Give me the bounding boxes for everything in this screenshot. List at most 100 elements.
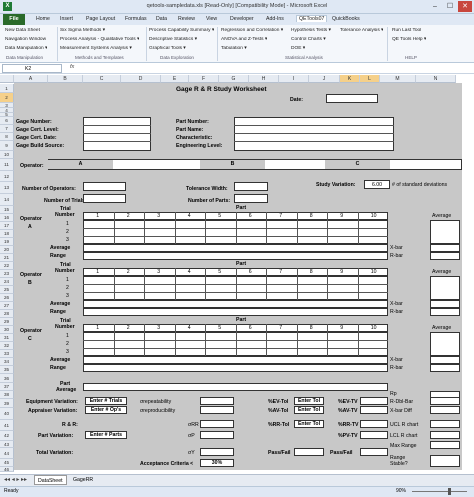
row-header-27[interactable]: 27 <box>0 302 14 310</box>
column-header-e[interactable]: E <box>161 75 189 83</box>
column-header-f[interactable]: F <box>189 75 219 83</box>
tabulation-menu[interactable]: Tabulation ▾ <box>221 46 247 51</box>
row-header-18[interactable]: 18 <box>0 230 14 238</box>
rr-tol-enter[interactable]: Enter Tol <box>294 420 324 428</box>
tab-nav-arrows-icon[interactable]: ◂◂ ◂ ▸ ▸▸ <box>4 476 27 483</box>
range-row[interactable] <box>83 252 388 260</box>
xbar-value[interactable] <box>430 244 460 252</box>
tab-insert[interactable]: Insert <box>60 16 73 22</box>
measurement-systems-menu[interactable]: Measurement Systems Analysis ▾ <box>60 46 132 51</box>
row-header-33[interactable]: 33 <box>0 350 14 358</box>
row-header-22[interactable]: 22 <box>0 262 14 270</box>
num-parts-field[interactable] <box>234 194 268 203</box>
sigma-y-value[interactable] <box>200 448 234 456</box>
row-header-43[interactable]: 43 <box>0 441 14 448</box>
tab-add-ins[interactable]: Add-Ins <box>266 16 284 22</box>
row-header-38[interactable]: 38 <box>0 391 14 399</box>
column-header-h[interactable]: H <box>249 75 279 83</box>
row-header-14[interactable]: 14 <box>0 194 14 206</box>
pv-tv-value[interactable] <box>360 431 388 439</box>
row-header-41[interactable]: 41 <box>0 420 14 431</box>
row-header-10[interactable]: 10 <box>0 151 14 159</box>
process-analysis-menu[interactable]: Process Analysis - Qualitative Tools ▾ <box>60 37 139 42</box>
tab-developer[interactable]: Developer <box>230 16 254 22</box>
regression-correlation-menu[interactable]: Regression and Correlation ▾ <box>221 28 283 33</box>
maximize-button[interactable]: ☐ <box>443 1 457 12</box>
tab-page-layout[interactable]: Page Layout <box>86 16 115 22</box>
tab-review[interactable]: Review <box>178 16 195 22</box>
row-header-31[interactable]: 31 <box>0 334 14 342</box>
graphical-tools-menu[interactable]: Graphical Tools ▾ <box>149 46 186 51</box>
row-header-26[interactable]: 26 <box>0 294 14 302</box>
tab-formulas[interactable]: Formulas <box>125 16 147 22</box>
row-header-37[interactable]: 37 <box>0 383 14 391</box>
minimize-button[interactable]: – <box>428 1 442 12</box>
column-header-l[interactable]: L <box>360 75 380 83</box>
tab-view[interactable]: View <box>206 16 217 22</box>
range-stable-value[interactable] <box>430 455 460 467</box>
r-dbl-bar-value[interactable] <box>430 397 460 405</box>
row-header-13[interactable]: 13 <box>0 182 14 194</box>
column-header-d[interactable]: D <box>121 75 161 83</box>
sigma-rr-value[interactable] <box>200 420 234 428</box>
row-header-39[interactable]: 39 <box>0 399 14 408</box>
ev-tol-enter[interactable]: Enter Tol <box>294 397 324 405</box>
tolerance-analysis-menu[interactable]: Tolerance Analysis ▾ <box>340 28 383 33</box>
range-row[interactable] <box>83 308 388 316</box>
control-charts-menu[interactable]: Control Charts ▾ <box>291 37 326 42</box>
descriptive-statistics-menu[interactable]: Descriptive Statistics ▾ <box>149 37 197 42</box>
zoom-slider-thumb[interactable] <box>448 488 451 495</box>
tab-qetools07[interactable]: QETools07 <box>296 15 328 22</box>
part-info-fields[interactable] <box>234 117 394 151</box>
row-header-6[interactable]: 6 <box>0 117 14 125</box>
date-field[interactable] <box>326 94 378 103</box>
row-header-8[interactable]: 8 <box>0 133 14 141</box>
column-header-b[interactable]: B <box>48 75 83 83</box>
enter-parts-cell[interactable]: Enter # Parts <box>85 431 127 439</box>
tab-data[interactable]: Data <box>156 16 167 22</box>
column-header-a[interactable]: A <box>14 75 48 83</box>
xbar-value[interactable] <box>430 300 460 308</box>
num-operators-field[interactable] <box>83 182 126 191</box>
data-manipulation-menu[interactable]: Data Manipulation ▾ <box>5 46 47 51</box>
hypothesis-tests-menu[interactable]: Hypothesis Tests ▾ <box>291 28 331 33</box>
tab-file[interactable]: File <box>3 14 25 25</box>
lcl-r-value[interactable] <box>430 431 460 439</box>
row-header-24[interactable]: 24 <box>0 278 14 286</box>
row-header-1[interactable]: 1 <box>0 84 14 93</box>
gage-info-fields[interactable] <box>83 117 151 151</box>
zoom-slider[interactable] <box>412 491 467 492</box>
row-header-45[interactable]: 45 <box>0 459 14 467</box>
operator-average-column[interactable] <box>430 332 460 356</box>
sheet-tab-gagerr[interactable]: GageRR <box>70 475 96 485</box>
row-header-19[interactable]: 19 <box>0 238 14 246</box>
range-row[interactable] <box>83 364 388 372</box>
row-header-29[interactable]: 29 <box>0 318 14 326</box>
new-data-sheet-button[interactable]: New Data Sheet <box>5 28 40 33</box>
study-variation-field[interactable]: 6.00 <box>364 180 390 189</box>
fx-icon[interactable]: fx <box>70 64 74 70</box>
column-header-g[interactable]: G <box>219 75 249 83</box>
row-header-44[interactable]: 44 <box>0 448 14 459</box>
av-tol-enter[interactable]: Enter Tol <box>294 406 324 414</box>
row-header-30[interactable]: 30 <box>0 326 14 334</box>
operator-average-column[interactable] <box>430 276 460 300</box>
row-header-16[interactable]: 16 <box>0 214 14 222</box>
name-box[interactable]: K2 <box>2 64 62 73</box>
row-header-12[interactable]: 12 <box>0 171 14 182</box>
column-header-j[interactable]: J <box>309 75 340 83</box>
run-last-tool-button[interactable]: Run Last Tool <box>392 28 421 33</box>
sheet-tab-datasheet[interactable]: DataSheet <box>34 475 67 485</box>
row-header-42[interactable]: 42 <box>0 431 14 441</box>
column-header-k[interactable]: K <box>340 75 360 83</box>
row-header-9[interactable]: 9 <box>0 141 14 151</box>
rbar-value[interactable] <box>430 252 460 260</box>
acceptance-criteria-value[interactable]: 30% <box>200 459 234 467</box>
xbar-diff-value[interactable] <box>430 406 460 414</box>
rbar-value[interactable] <box>430 308 460 316</box>
anova-ztests-menu[interactable]: ANOVA and Z-Tests ▾ <box>221 37 267 42</box>
row-header-7[interactable]: 7 <box>0 125 14 133</box>
rr-tv-value[interactable] <box>360 420 388 428</box>
row-header-40[interactable]: 40 <box>0 408 14 420</box>
enter-ops-cell[interactable]: Enter # Op's <box>85 406 127 414</box>
